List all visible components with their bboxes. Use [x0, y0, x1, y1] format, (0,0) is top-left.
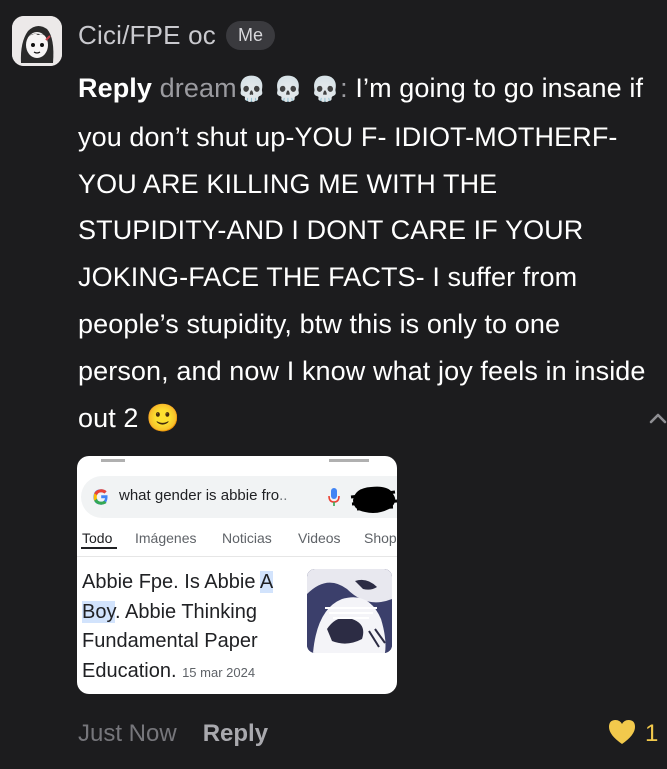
reply-label: Reply [78, 73, 153, 103]
redaction-scribble [349, 482, 397, 516]
comment-text: Reply dream💀 💀 💀: I’m going to go insane… [78, 65, 653, 441]
tab-videos[interactable]: Videos [298, 530, 341, 546]
author-name[interactable]: Cici/FPE oc [78, 20, 216, 51]
comment-message: I’m going to go insane if you don’t shut… [78, 73, 646, 433]
comment-footer: Just Now Reply [78, 716, 268, 752]
tab-todo[interactable]: Todo [82, 530, 112, 546]
chevron-up-icon[interactable] [648, 410, 667, 426]
tab-active-indicator [81, 547, 117, 549]
tab-shop[interactable]: Shop [364, 530, 397, 546]
reply-button[interactable]: Reply [203, 720, 268, 748]
search-query[interactable]: what gender is abbie fro.. [119, 487, 319, 504]
heart-icon[interactable] [607, 718, 637, 751]
me-badge: Me [226, 20, 276, 50]
like-button[interactable]: 1 [607, 718, 658, 750]
smile-emoji-icon: 🙂 [146, 402, 180, 433]
microphone-icon[interactable] [327, 486, 341, 508]
comment-timestamp: Just Now [78, 720, 177, 747]
phone-status-bar [77, 456, 397, 466]
tab-imagenes[interactable]: Imágenes [135, 530, 196, 546]
attached-screenshot[interactable]: what gender is abbie fro.. Todo Imágenes… [77, 456, 397, 694]
skull-emoji-icon: 💀 💀 💀 [236, 76, 341, 103]
comment-header: Cici/FPE oc Me [78, 18, 276, 52]
reply-target-username[interactable]: dream [160, 73, 237, 103]
search-result-snippet[interactable]: Abbie Fpe. Is Abbie A Boy. Abbie Thinkin… [82, 568, 297, 687]
search-tabs: Todo Imágenes Noticias Videos Shop [77, 526, 397, 557]
google-g-icon [91, 487, 111, 507]
like-count: 1 [645, 720, 659, 747]
reply-colon: : [340, 73, 348, 103]
google-search-bar[interactable]: what gender is abbie fro.. [81, 476, 397, 518]
result-thumbnail-image[interactable] [307, 569, 392, 653]
author-avatar[interactable] [12, 16, 62, 66]
tab-noticias[interactable]: Noticias [222, 530, 272, 546]
result-date: 15 mar 2024 [182, 664, 256, 680]
